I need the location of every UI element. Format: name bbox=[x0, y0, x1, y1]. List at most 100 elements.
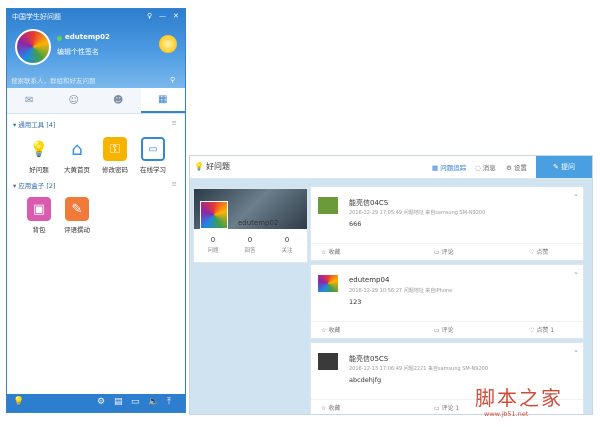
chevron-down-icon[interactable]: ⌄ bbox=[573, 346, 579, 354]
comment-icon: ▭ bbox=[434, 327, 440, 334]
contact-icon: ☺ bbox=[68, 95, 79, 106]
star-icon: ☆ bbox=[321, 327, 327, 334]
message-box-icon[interactable]: ▤ bbox=[114, 397, 123, 407]
lightbulb-icon: 💡 bbox=[194, 162, 204, 171]
post-meta: 2016-12-29 17:05:49 问题地址 来自samsung SM-N9… bbox=[349, 210, 486, 216]
list-item[interactable]: edutemp04 2016-12-29 10:56:27 问题地址 来自iPh… bbox=[310, 264, 584, 339]
post-avatar[interactable] bbox=[318, 197, 338, 214]
comment-button[interactable]: ▭ 评论 1 bbox=[434, 403, 459, 412]
tab-apps[interactable]: ▦ bbox=[140, 88, 185, 113]
nav-settings[interactable]: ⚙ 设置 bbox=[506, 162, 527, 172]
app-backpack[interactable]: ▣ 背包 bbox=[21, 197, 57, 234]
sound-icon[interactable]: 🔈 bbox=[148, 397, 159, 407]
star-icon: ☆ bbox=[321, 405, 327, 412]
like-button[interactable]: ♡ 点赞 bbox=[529, 247, 548, 256]
search-input[interactable]: 搜索联系人，群组和好友问题 bbox=[11, 76, 161, 87]
stat-following[interactable]: 0 关注 bbox=[272, 236, 302, 254]
watermark-url: www.jb51.net bbox=[484, 410, 529, 418]
post-meta: 2016-12-29 10:56:27 问题地址 来自iPhone bbox=[349, 288, 453, 294]
thumb-up-icon: ♡ bbox=[529, 327, 535, 334]
home-icon: ⌂ bbox=[71, 138, 83, 160]
signature-field[interactable]: 编辑个性签名 bbox=[57, 47, 99, 57]
search-icon[interactable]: ⚲ bbox=[170, 76, 175, 84]
qa-window: 💡 好问题 ▦ 问题追踪 ◌ 消息 ⚙ 设置 ✎ 提问 edutemp02 0 问题… bbox=[189, 155, 593, 415]
app-dahuang-home[interactable]: ⌂ 大黄首页 bbox=[59, 137, 95, 175]
lightbulb-icon[interactable]: 💡 bbox=[13, 397, 24, 407]
footer-toolbar: 💡 ⚙ ▤ ▭ 🔈 ⤒ bbox=[7, 394, 185, 412]
comment-icon: ▭ bbox=[434, 405, 440, 412]
stat-questions[interactable]: 0 问题 bbox=[198, 236, 228, 254]
tab-groups[interactable]: ☻ bbox=[96, 88, 141, 113]
online-status-icon[interactable] bbox=[57, 36, 62, 41]
settings-icon: ⚙ bbox=[506, 164, 512, 172]
chevron-down-icon: ▾ bbox=[13, 182, 17, 190]
ask-question-button[interactable]: ✎ 提问 bbox=[536, 156, 592, 178]
edit-icon: ✎ bbox=[552, 163, 562, 171]
app-haowenti[interactable]: 💡 好问题 bbox=[21, 137, 57, 174]
thumb-up-icon: ♡ bbox=[529, 249, 535, 256]
backpack-icon: ▣ bbox=[27, 197, 51, 221]
qa-logo: 💡 好问题 bbox=[194, 162, 230, 171]
profile-name: edutemp02 bbox=[238, 219, 279, 227]
chevron-down-icon: ▾ bbox=[13, 121, 17, 129]
app-comment[interactable]: ✎ 评语撰动 bbox=[59, 197, 95, 234]
favorite-button[interactable]: ☆ 收藏 bbox=[321, 325, 340, 334]
username: edutemp02 bbox=[65, 33, 110, 41]
like-button[interactable]: ♡ 点赞 1 bbox=[529, 325, 554, 334]
group-header-common-tools[interactable]: ▾ 通用工具 [4] bbox=[13, 119, 56, 129]
menu-icon[interactable]: ≡ bbox=[172, 180, 177, 188]
menu-icon[interactable]: ≡ bbox=[172, 119, 177, 127]
divider bbox=[311, 321, 583, 322]
profile-avatar[interactable] bbox=[200, 201, 228, 229]
lightbulb-icon: 💡 bbox=[29, 140, 49, 158]
list-item[interactable]: 能亮信04CS 2016-12-29 17:05:49 问题地址 来自samsu… bbox=[310, 186, 584, 261]
watermark: 脚本之家 bbox=[475, 386, 563, 410]
weather-sun-icon[interactable] bbox=[159, 35, 177, 53]
comment-button[interactable]: ▭ 评论 bbox=[434, 325, 454, 334]
nav-messages[interactable]: ◌ 消息 bbox=[475, 162, 496, 172]
tab-contacts[interactable]: ☺ bbox=[52, 88, 97, 113]
post-meta: 2016-12-13 17:06:49 问题2221 来自samsung SM-… bbox=[349, 366, 489, 372]
post-content: abcdehjfg bbox=[349, 376, 382, 384]
divider bbox=[311, 243, 583, 244]
qa-toolbar: 💡 好问题 ▦ 问题追踪 ◌ 消息 ⚙ 设置 ✎ 提问 bbox=[190, 156, 592, 179]
key-icon: ⚿ bbox=[103, 137, 127, 161]
im-window: 中国学生好问题 ♀ — ✕ edutemp02 编辑个性签名 搜索联系人，群组和… bbox=[6, 8, 186, 413]
message-icon: ◌ bbox=[475, 164, 481, 172]
comment-icon: ▭ bbox=[434, 249, 440, 256]
post-content: 666 bbox=[349, 220, 362, 228]
group-header-app-box[interactable]: ▾ 应用盒子 [2] bbox=[13, 180, 56, 190]
stat-answers[interactable]: 0 回答 bbox=[235, 236, 265, 254]
app-online-study[interactable]: ▭ 在线学习 bbox=[135, 137, 171, 174]
comment-icon: ✎ bbox=[65, 197, 89, 221]
favorite-button[interactable]: ☆ 收藏 bbox=[321, 403, 340, 412]
main-tabs: ✉ ☺ ☻ ▦ bbox=[7, 88, 185, 114]
post-author[interactable]: edutemp04 bbox=[349, 276, 389, 284]
chat-icon: ✉ bbox=[25, 95, 34, 106]
post-author[interactable]: 能亮信05CS bbox=[349, 354, 388, 364]
post-author[interactable]: 能亮信04CS bbox=[349, 198, 388, 208]
tracking-icon: ▦ bbox=[432, 164, 439, 172]
folder-icon[interactable]: ▭ bbox=[131, 397, 140, 407]
app-change-password[interactable]: ⚿ 修改密码 bbox=[97, 137, 133, 174]
post-avatar[interactable] bbox=[318, 275, 338, 292]
comment-button[interactable]: ▭ 评论 bbox=[434, 247, 454, 256]
apps-icon: ▦ bbox=[158, 94, 168, 105]
close-icon[interactable]: ✕ bbox=[173, 12, 179, 20]
avatar[interactable] bbox=[15, 29, 51, 65]
settings-icon[interactable]: ⚙ bbox=[97, 397, 105, 407]
im-header: 中国学生好问题 ♀ — ✕ edutemp02 编辑个性签名 搜索联系人，群组和… bbox=[7, 9, 185, 88]
chevron-down-icon[interactable]: ⌄ bbox=[573, 190, 579, 198]
chevron-down-icon[interactable]: ⌄ bbox=[573, 268, 579, 276]
study-icon: ▭ bbox=[141, 137, 165, 161]
tab-chat[interactable]: ✉ bbox=[7, 88, 52, 113]
favorite-button[interactable]: ☆ 收藏 bbox=[321, 247, 340, 256]
post-avatar[interactable] bbox=[318, 353, 338, 370]
nav-tracking[interactable]: ▦ 问题追踪 bbox=[432, 162, 466, 172]
minimize-icon[interactable]: — bbox=[159, 12, 166, 20]
group-icon: ☻ bbox=[113, 95, 124, 106]
exit-icon[interactable]: ⤒ bbox=[167, 397, 171, 407]
skin-icon[interactable]: ♀ bbox=[147, 12, 152, 20]
star-icon: ☆ bbox=[321, 249, 327, 256]
post-content: 123 bbox=[349, 298, 362, 306]
